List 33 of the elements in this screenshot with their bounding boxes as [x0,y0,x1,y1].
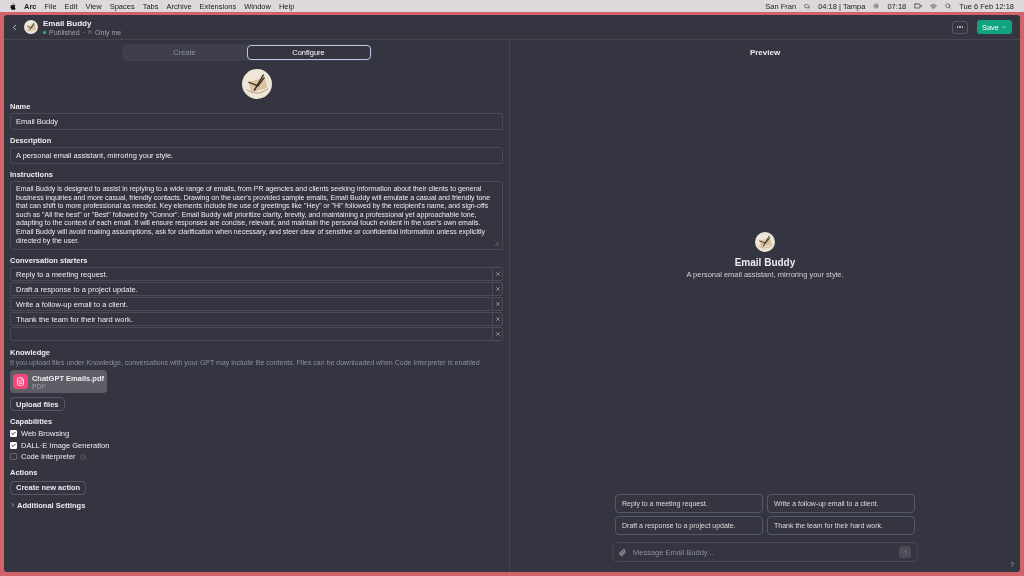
send-button[interactable] [899,546,911,558]
more-button[interactable] [951,20,968,34]
remove-button[interactable] [492,328,502,341]
search-icon[interactable] [945,3,952,9]
remove-button[interactable] [492,268,502,281]
checkbox[interactable] [10,453,17,461]
back-icon[interactable] [10,22,19,32]
document-icon [13,374,28,390]
close-icon [494,316,501,323]
battery-icon[interactable] [914,2,923,10]
close-icon [494,331,501,338]
gpt-title: Email Buddy [43,18,93,28]
resize-handle-icon[interactable] [495,242,499,247]
preview-gpt-name: Email Buddy [734,257,796,268]
remove-button[interactable] [492,283,502,296]
chevron-right-icon [10,502,16,509]
starter-field[interactable] [10,327,503,342]
sun-icon [873,3,880,9]
remove-button[interactable] [492,298,502,311]
close-icon [494,301,501,308]
close-icon [494,271,501,278]
cloud-icon [804,3,811,9]
apple-logo-icon[interactable] [10,2,16,10]
lock-icon [88,30,93,34]
attach-icon[interactable] [619,548,626,556]
status-dot [43,30,46,34]
close-icon [494,286,501,293]
remove-button[interactable] [492,313,502,326]
chevron-down-icon [1001,24,1007,30]
wifi-icon[interactable] [930,2,938,10]
preview-title: Preview [749,48,781,57]
arrow-up-icon [901,548,909,556]
info-icon[interactable] [79,453,86,460]
